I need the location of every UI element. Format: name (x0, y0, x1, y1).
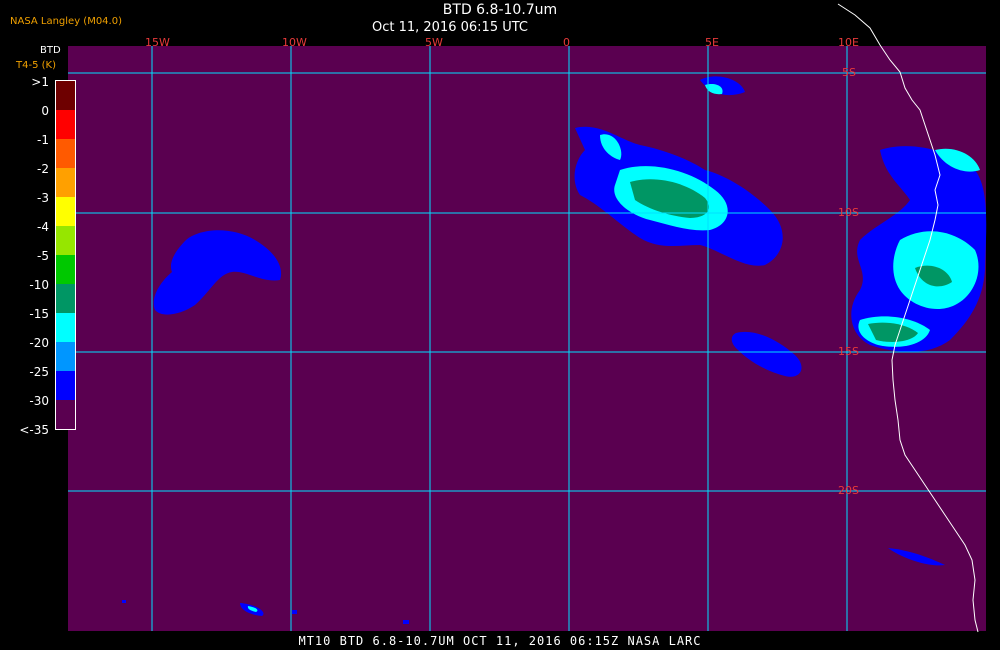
map-datetime: Oct 11, 2016 06:15 UTC (372, 20, 528, 35)
legend-swatch (56, 168, 75, 197)
satellite-map (0, 0, 1000, 650)
legend-swatch (56, 197, 75, 226)
legend-label: 0 (41, 104, 49, 118)
lon-label: 10W (282, 36, 307, 49)
legend-label: >1 (31, 75, 49, 89)
lat-label: 15S (838, 345, 859, 358)
legend-label: -30 (29, 394, 49, 408)
map-title: BTD 6.8-10.7um (442, 2, 558, 18)
lat-label: 10S (838, 206, 859, 219)
legend-swatch (56, 313, 75, 342)
legend-subtitle: T4-5 (K) (16, 60, 56, 71)
lon-label: 5W (425, 36, 443, 49)
legend-swatch (56, 400, 75, 429)
legend-swatch (56, 81, 75, 110)
legend-label: -1 (37, 133, 49, 147)
lat-label: 20S (838, 484, 859, 497)
legend-label: -25 (29, 365, 49, 379)
legend-label: -10 (29, 278, 49, 292)
legend-swatch (56, 255, 75, 284)
legend-label: -2 (37, 162, 49, 176)
map-background (68, 46, 986, 631)
legend-swatch (56, 342, 75, 371)
legend-swatch (56, 110, 75, 139)
legend-label: -20 (29, 336, 49, 350)
legend-label: -5 (37, 249, 49, 263)
lon-label: 10E (838, 36, 859, 49)
legend-swatch (56, 139, 75, 168)
legend-label: -3 (37, 191, 49, 205)
lon-label: 0 (563, 36, 570, 49)
legend-swatch (56, 226, 75, 255)
lat-label: 5S (842, 66, 856, 79)
lon-label: 15W (145, 36, 170, 49)
org-label: NASA Langley (M04.0) (10, 16, 122, 27)
lon-label: 5E (705, 36, 719, 49)
legend-swatch (56, 371, 75, 400)
legend-title: BTD (40, 45, 61, 56)
legend-label: -15 (29, 307, 49, 321)
legend-label: -4 (37, 220, 49, 234)
legend-swatch (56, 284, 75, 313)
legend-colorbar (55, 80, 76, 430)
footer-caption: MT10 BTD 6.8-10.7UM OCT 11, 2016 06:15Z … (298, 634, 702, 648)
legend-label: <-35 (19, 423, 49, 437)
